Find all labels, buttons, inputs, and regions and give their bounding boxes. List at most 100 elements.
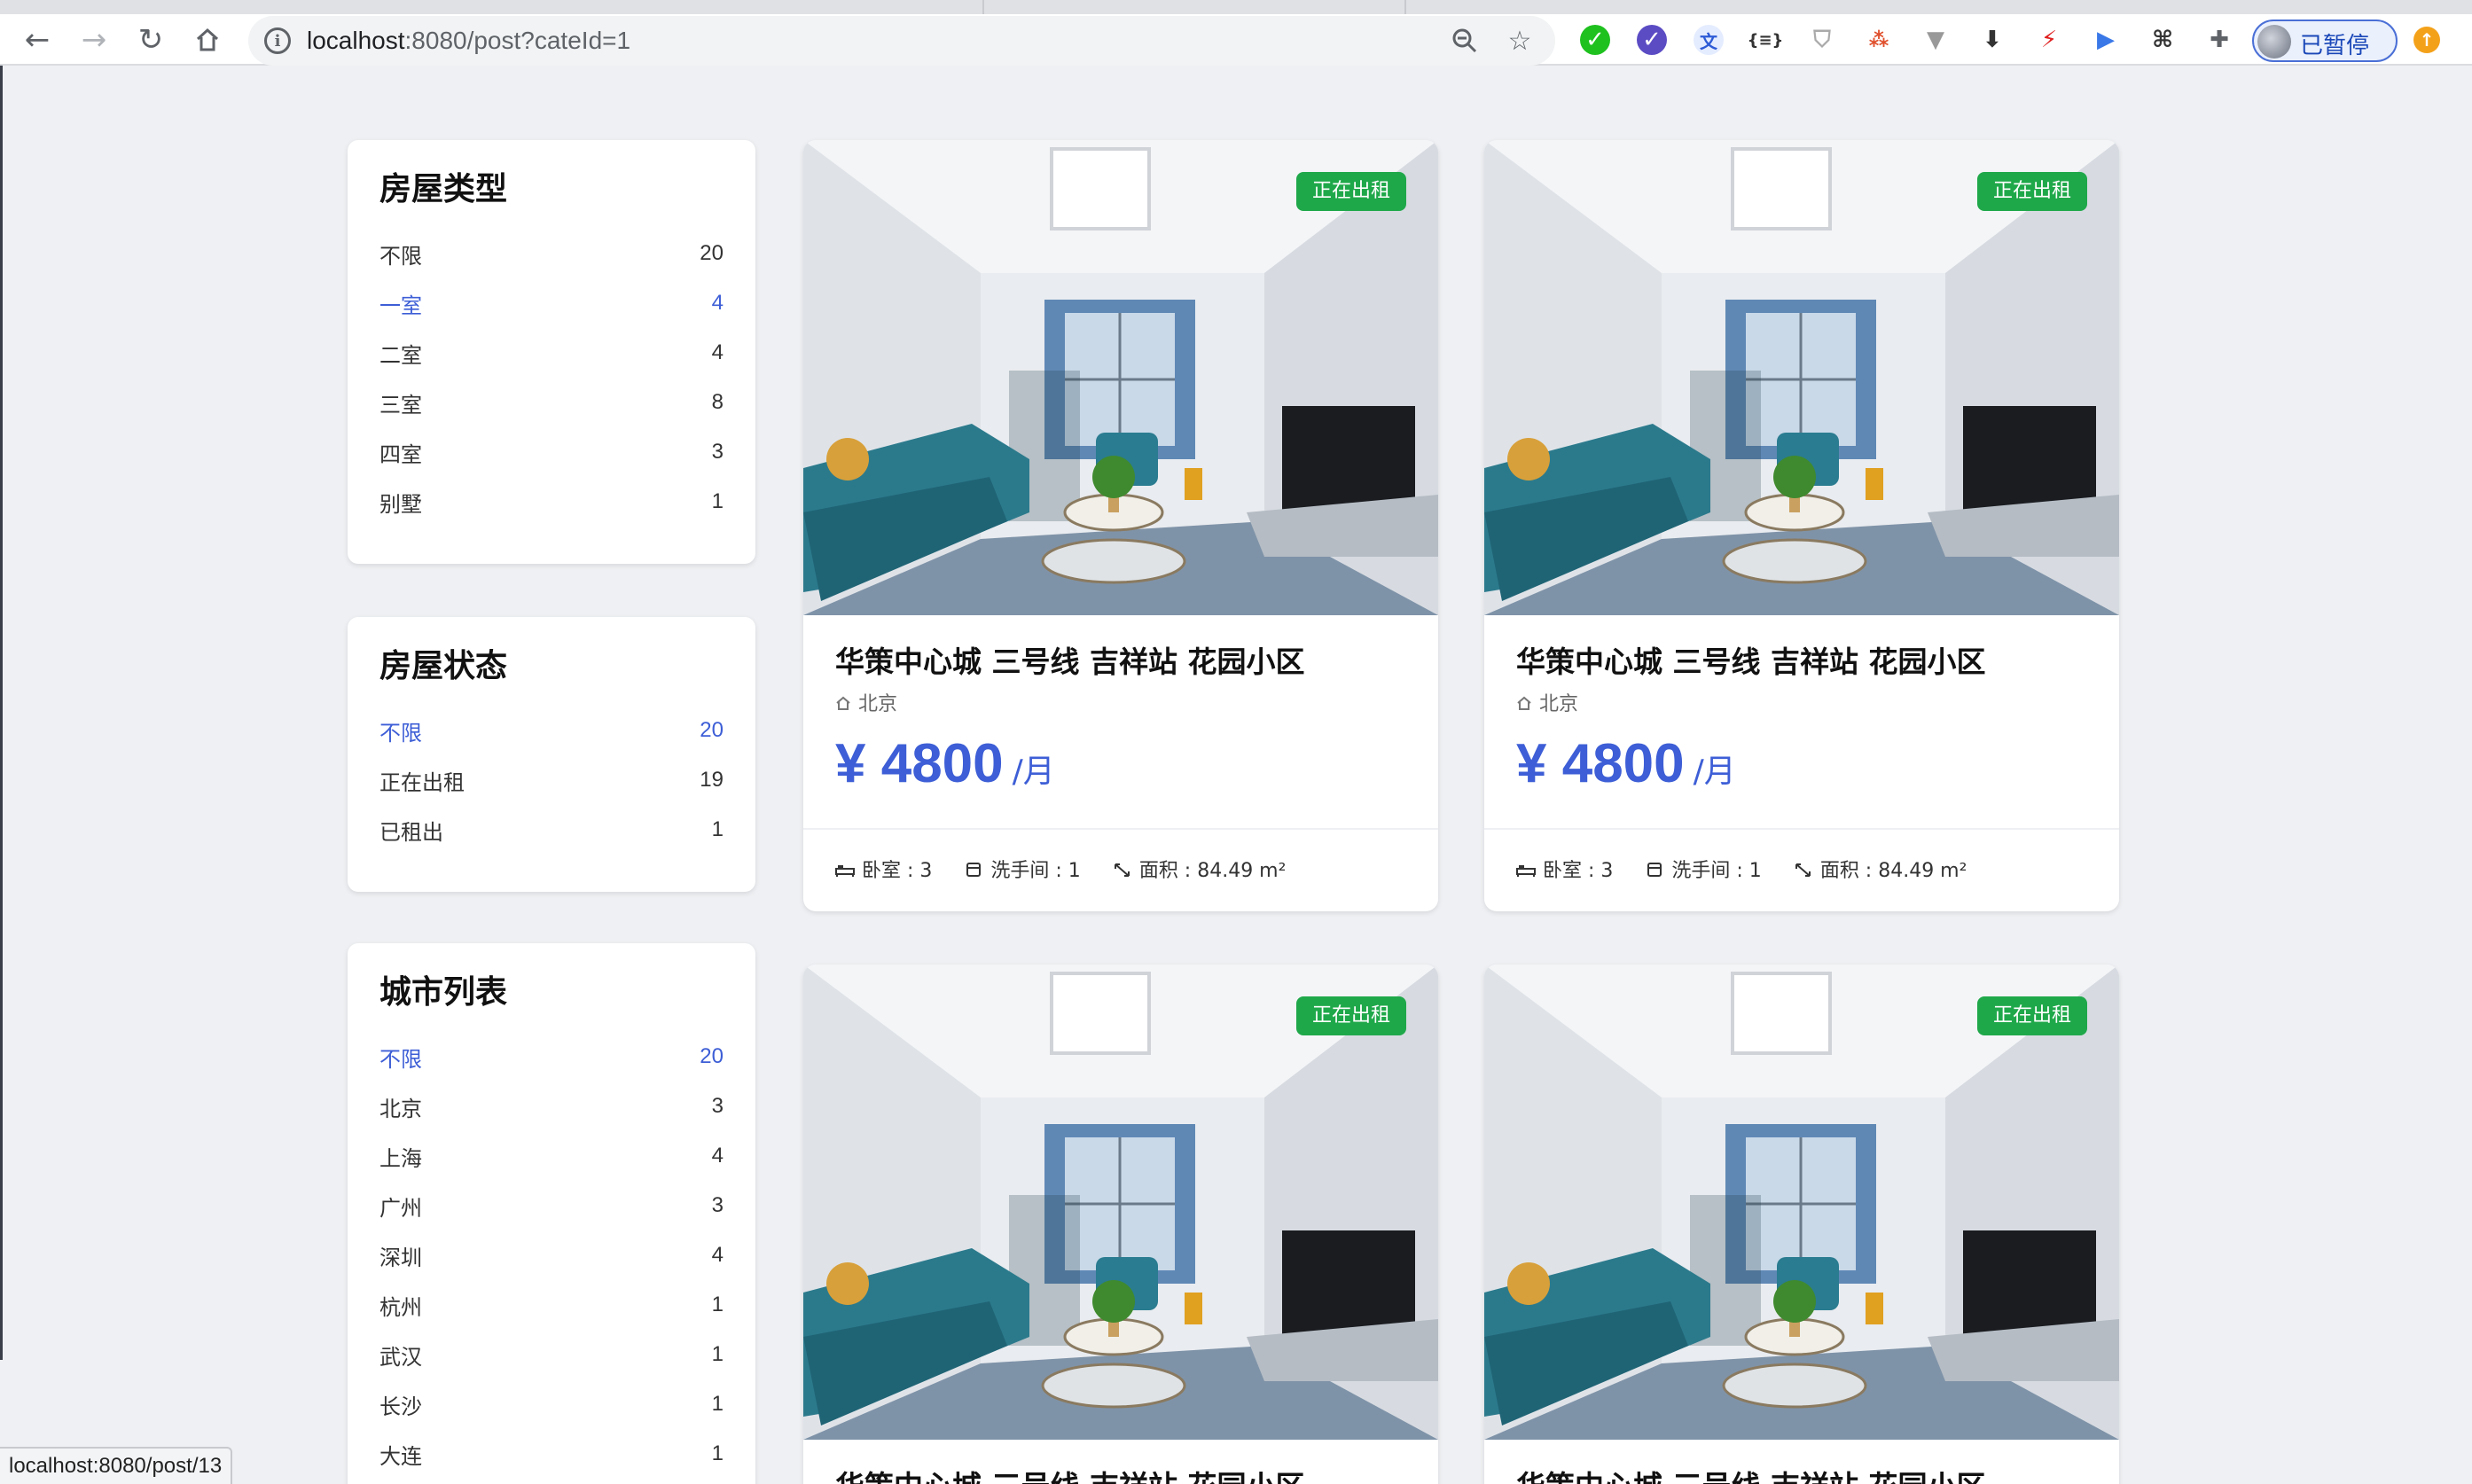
listing-card[interactable]: 正在出租 华策中心城 三号线 吉祥站 花园小区 (803, 965, 1438, 1484)
filter-item[interactable]: 一室 4 (379, 278, 724, 328)
filter-item[interactable]: 上海 4 (379, 1131, 724, 1181)
bath-icon (964, 861, 983, 877)
listing-title[interactable]: 华策中心城 三号线 吉祥站 花园小区 (835, 1466, 1406, 1484)
green-circle-icon[interactable]: ✓ (1580, 25, 1610, 55)
avatar (2257, 25, 2291, 59)
filter-count: 4 (711, 291, 724, 315)
filter-item[interactable]: 大连 1 (379, 1429, 724, 1479)
listing-title[interactable]: 华策中心城 三号线 吉祥站 花园小区 (1516, 1466, 2087, 1484)
bed-icon (835, 861, 855, 877)
address-bar[interactable]: i localhost:8080/post?cateId=1 ☆ (248, 16, 1555, 66)
left-divider (0, 66, 3, 1360)
filter-count: 3 (711, 1094, 724, 1118)
filter-item[interactable]: 三室 8 (379, 378, 724, 427)
filter-label: 北京 (379, 1096, 422, 1121)
home-icon (1516, 694, 1532, 710)
bedrooms-feature: 卧室 : 3 (1516, 855, 1613, 883)
filter-count: 1 (711, 489, 724, 513)
filter-count: 1 (711, 1392, 724, 1416)
profile-button[interactable]: 已暂停 (2252, 20, 2398, 62)
filter-count: 1 (711, 1293, 724, 1316)
listing-city: 北京 (1516, 688, 2087, 716)
listing-photo[interactable]: 正在出租 (1484, 140, 2119, 615)
area-label: 面积 : 84.49 m² (1819, 860, 1967, 882)
network-icon[interactable]: ⁂ (1864, 25, 1894, 55)
home-icon (835, 694, 851, 710)
back-arrow-icon[interactable]: ← (20, 22, 55, 58)
listing-photo[interactable]: 正在出租 (803, 965, 1438, 1440)
listing-photo[interactable]: 正在出租 (1484, 965, 2119, 1440)
download-arrow-icon[interactable]: ⬇ (1977, 25, 2007, 55)
blue-shield-icon[interactable]: ✓ (1637, 25, 1667, 55)
filter-item[interactable]: 已租出 1 (379, 805, 724, 855)
shield-outline-icon[interactable]: ⛉ (1807, 25, 1837, 55)
home-icon[interactable] (190, 22, 225, 58)
listing-card[interactable]: 正在出租 华策中心城 三号线 吉祥站 花园小区 (1484, 965, 2119, 1484)
filter-title: 房屋状态 (379, 648, 508, 684)
filter-label: 正在出租 (379, 769, 465, 795)
filter-count: 8 (711, 390, 724, 414)
filter-label: 上海 (379, 1145, 422, 1171)
filter-count: 1 (711, 817, 724, 841)
filter-item[interactable]: 武汉 1 (379, 1330, 724, 1379)
filter-label: 杭州 (379, 1294, 422, 1320)
filter-item[interactable]: 不限 20 (379, 706, 724, 755)
reload-icon[interactable]: ↻ (133, 22, 168, 58)
filter-label: 广州 (379, 1195, 422, 1221)
url-text[interactable]: localhost:8080/post?cateId=1 (307, 27, 630, 55)
filter-count: 20 (700, 718, 724, 742)
update-icon[interactable]: ↑ (2413, 27, 2440, 53)
puzzle-icon[interactable]: ✚ (2204, 25, 2234, 55)
zoom-icon[interactable] (1449, 25, 1481, 57)
filter-item[interactable]: 不限 20 (379, 1032, 724, 1082)
filter-count: 4 (711, 1243, 724, 1267)
tab-edge (982, 0, 984, 14)
filter-item[interactable]: 深圳 4 (379, 1230, 724, 1280)
filter-label: 一室 (379, 293, 422, 318)
filter-card-house-type: 房屋类型 不限 20 一室 4 二室 4 三室 8 四室 3 别墅 1 (348, 140, 755, 564)
filter-label: 武汉 (379, 1344, 422, 1370)
filter-item[interactable]: 不限 20 (379, 229, 724, 278)
bathrooms-label: 洗手间 : 1 (1671, 860, 1762, 882)
filter-item[interactable]: 别墅 1 (379, 477, 724, 527)
listing-features: 卧室 : 3 洗手间 : 1 面积 : 84.49 m² (1484, 828, 2119, 908)
site-info-icon[interactable]: i (264, 27, 291, 54)
filter-count: 3 (711, 440, 724, 464)
status-badge: 正在出租 (1295, 996, 1406, 1035)
play-icon[interactable]: ▶ (2091, 25, 2121, 55)
filter-item[interactable]: 杭州 1 (379, 1280, 724, 1330)
listing-title[interactable]: 华策中心城 三号线 吉祥站 花园小区 (1516, 642, 2087, 683)
listing-photo[interactable]: 正在出租 (803, 140, 1438, 615)
filter-count: 19 (700, 768, 724, 792)
bookmark-star-icon[interactable]: ☆ (1504, 25, 1536, 57)
filter-label: 别墅 (379, 491, 422, 517)
listing-card[interactable]: 正在出租 华策中心城 三号线 吉祥站 花园小区 北京 ¥ 4800 /月 卧室 … (1484, 140, 2119, 911)
filter-label: 二室 (379, 342, 422, 368)
filter-label: 不限 (379, 1046, 422, 1072)
red-bolt-icon[interactable]: ⚡ (2034, 25, 2064, 55)
filter-label: 三室 (379, 392, 422, 418)
bedrooms-feature: 卧室 : 3 (835, 855, 932, 883)
filter-card-city-list: 城市列表 不限 20 北京 3 上海 4 广州 3 深圳 4 杭州 1 武汉 1 长沙 1 大连… (348, 943, 755, 1484)
price-unit: /月 (1693, 754, 1736, 790)
filter-title: 城市列表 (379, 974, 508, 1011)
json-braces-icon[interactable]: {≡} (1748, 25, 1784, 55)
filter-count: 4 (711, 1144, 724, 1168)
listing-card[interactable]: 正在出租 华策中心城 三号线 吉祥站 花园小区 北京 ¥ 4800 /月 卧室 … (803, 140, 1438, 911)
filter-label: 深圳 (379, 1245, 422, 1270)
listing-title[interactable]: 华策中心城 三号线 吉祥站 花园小区 (835, 642, 1406, 683)
filter-item[interactable]: 二室 4 (379, 328, 724, 378)
translate-icon[interactable]: 文 (1694, 25, 1724, 55)
chatgpt-icon[interactable]: ⌘ (2147, 25, 2178, 55)
city-label: 北京 (858, 693, 898, 715)
status-badge: 正在出租 (1976, 996, 2087, 1035)
listing-features: 卧室 : 3 洗手间 : 1 面积 : 84.49 m² (803, 828, 1438, 908)
filter-item[interactable]: 四室 3 (379, 427, 724, 477)
filter-item[interactable]: 正在出租 19 (379, 755, 724, 805)
filter-item[interactable]: 广州 3 (379, 1181, 724, 1230)
filter-item[interactable]: 北京 3 (379, 1082, 724, 1131)
filter-item[interactable]: 长沙 1 (379, 1379, 724, 1429)
vue-icon[interactable]: ▼ (1920, 25, 1951, 55)
filter-count: 3 (711, 1193, 724, 1217)
forward-arrow-icon[interactable]: → (76, 22, 112, 58)
